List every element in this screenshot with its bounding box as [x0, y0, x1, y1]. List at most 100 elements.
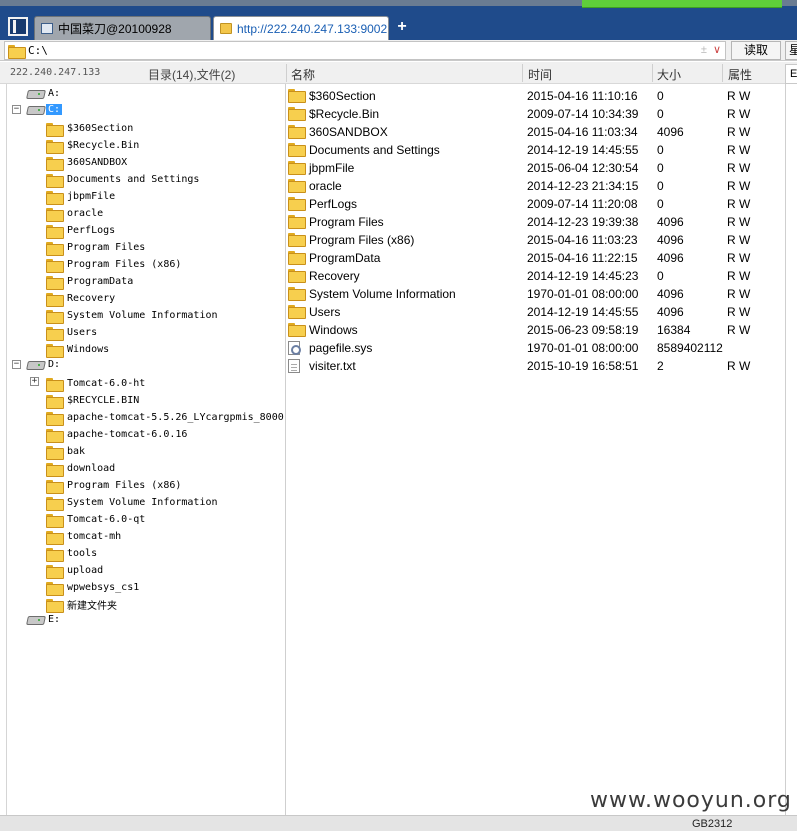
tree-label: PerfLogs	[67, 225, 116, 236]
column-header-size[interactable]: 大小	[657, 66, 681, 83]
tree-folder[interactable]: tomcat-mh	[46, 528, 121, 545]
tree-drive-e[interactable]: E:	[27, 611, 60, 628]
extra-button[interactable]: 星	[785, 41, 797, 60]
file-row[interactable]: oracle 2014-12-23 21:34:15 0 R W	[286, 177, 785, 195]
tree-label: Program Files	[67, 242, 146, 253]
expand-icon[interactable]: +	[30, 377, 39, 386]
tree-folder[interactable]: $360Section	[46, 120, 133, 137]
tree-folder[interactable]: apache-tomcat-5.5.26_LYcargpmis_8000	[46, 409, 284, 426]
tab-caidao[interactable]: 中国菜刀@20100928	[34, 16, 211, 40]
file-row[interactable]: System Volume Information 1970-01-01 08:0…	[286, 285, 785, 303]
new-tab-button[interactable]: +	[395, 17, 409, 37]
tree-folder[interactable]: Users	[46, 324, 97, 341]
file-time: 1970-01-01 08:00:00	[527, 341, 639, 355]
tree-label: 新建文件夹	[67, 601, 117, 612]
tree-label: Tomcat-6.0-qt	[67, 514, 146, 525]
tree-drive-d[interactable]: D:	[27, 356, 60, 373]
tree-folder[interactable]: ProgramData	[46, 273, 133, 290]
file-row[interactable]: Windows 2015-06-23 09:58:19 16384 R W	[286, 321, 785, 339]
file-row[interactable]: Program Files (x86) 2015-04-16 11:03:23 40…	[286, 231, 785, 249]
column-divider[interactable]	[652, 64, 653, 82]
tree-folder[interactable]: upload	[46, 562, 103, 579]
panel-toggle-button[interactable]	[8, 17, 28, 36]
system-file-icon	[288, 341, 301, 355]
tree-folder[interactable]: $RECYCLE.BIN	[46, 392, 139, 409]
file-row[interactable]: Recovery 2014-12-19 14:45:23 0 R W	[286, 267, 785, 285]
folder-icon	[46, 428, 64, 443]
file-row[interactable]: ProgramData 2015-04-16 11:22:15 4096 R W	[286, 249, 785, 267]
folder-icon	[288, 107, 306, 121]
tree-folder[interactable]: 360SANDBOX	[46, 154, 127, 171]
tree-folder[interactable]: Tomcat-6.0-qt	[46, 511, 145, 528]
folder-icon	[288, 197, 306, 211]
tree-label: upload	[67, 565, 104, 576]
file-row[interactable]: PerfLogs 2009-07-14 11:20:08 0 R W	[286, 195, 785, 213]
path-tools: ± ∨	[701, 43, 721, 57]
tree-label: Program Files (x86)	[67, 480, 182, 491]
file-row[interactable]: Program Files 2014-12-23 19:39:38 4096 R W	[286, 213, 785, 231]
file-row[interactable]: $360Section 2015-04-16 11:10:16 0 R W	[286, 87, 785, 105]
column-divider[interactable]	[522, 64, 523, 82]
side-tab[interactable]: E	[785, 64, 797, 84]
tree-folder[interactable]: bak	[46, 443, 85, 460]
tree-folder[interactable]: Program Files	[46, 239, 145, 256]
tree-label: 360SANDBOX	[67, 157, 128, 168]
column-header-time[interactable]: 时间	[528, 66, 552, 83]
tree-drive-c[interactable]: C:	[27, 101, 63, 118]
tree-folder[interactable]: System Volume Information	[46, 307, 218, 324]
folder-icon	[46, 224, 64, 239]
column-divider	[286, 64, 287, 82]
file-row[interactable]: $Recycle.Bin 2009-07-14 10:34:39 0 R W	[286, 105, 785, 123]
tree-folder[interactable]: Documents and Settings	[46, 171, 199, 188]
file-row[interactable]: Documents and Settings 2014-12-19 14:45:5…	[286, 141, 785, 159]
tree-folder[interactable]: System Volume Information	[46, 494, 218, 511]
tree-folder[interactable]: oracle	[46, 205, 103, 222]
file-attr: R W	[727, 251, 751, 265]
tree-folder[interactable]: wpwebsys_cs1	[46, 579, 139, 596]
column-divider[interactable]	[722, 64, 723, 82]
file-time: 2014-12-23 19:39:38	[527, 215, 639, 229]
file-size: 4096	[657, 287, 684, 301]
file-attr: R W	[727, 269, 751, 283]
tree-folder[interactable]: download	[46, 460, 115, 477]
bookmark-toggle-icon[interactable]: ±	[701, 44, 707, 56]
file-attr: R W	[727, 323, 751, 337]
tree-folder[interactable]: Tomcat-6.0-ht	[46, 375, 145, 392]
folder-icon	[46, 479, 64, 494]
tree-folder[interactable]: $Recycle.Bin	[46, 137, 139, 154]
folder-icon	[46, 139, 64, 154]
read-button[interactable]: 读取	[731, 41, 781, 60]
collapse-icon[interactable]: −	[12, 360, 21, 369]
file-name: ProgramData	[309, 251, 381, 265]
tree-folder[interactable]: Recovery	[46, 290, 115, 307]
folder-icon	[46, 343, 64, 358]
encoding-label[interactable]: GB2312	[692, 818, 732, 830]
column-header-name[interactable]: 名称	[291, 66, 315, 83]
tree-drive-a[interactable]: A:	[27, 85, 60, 102]
file-row[interactable]: pagefile.sys 1970-01-01 08:00:00 858940211…	[286, 339, 785, 357]
tree-folder[interactable]: PerfLogs	[46, 222, 115, 239]
folder-icon	[46, 377, 64, 392]
tree-folder[interactable]: Program Files (x86)	[46, 256, 181, 273]
chevron-down-icon[interactable]: ∨	[713, 43, 721, 56]
folder-icon	[288, 179, 306, 193]
file-time: 2015-06-23 09:58:19	[527, 323, 639, 337]
file-row[interactable]: visiter.txt 2015-10-19 16:58:51 2 R W	[286, 357, 785, 375]
tree-folder[interactable]: jbpmFile	[46, 188, 115, 205]
file-attr: R W	[727, 125, 751, 139]
host-ip: 222.240.247.133	[10, 67, 101, 78]
text-file-icon	[288, 359, 300, 373]
tree-folder[interactable]: apache-tomcat-6.0.16	[46, 426, 187, 443]
tree-label: Recovery	[67, 293, 116, 304]
path-input[interactable]: C:\ ± ∨	[4, 41, 726, 60]
tree-folder[interactable]: Program Files (x86)	[46, 477, 181, 494]
tab-url[interactable]: http://222.240.247.133:9002...	[213, 16, 389, 40]
tree-folder[interactable]: tools	[46, 545, 97, 562]
address-bar: C:\ ± ∨ 读取 星	[0, 40, 797, 61]
file-row[interactable]: jbpmFile 2015-06-04 12:30:54 0 R W	[286, 159, 785, 177]
file-row[interactable]: 360SANDBOX 2015-04-16 11:03:34 4096 R W	[286, 123, 785, 141]
file-row[interactable]: Users 2014-12-19 14:45:55 4096 R W	[286, 303, 785, 321]
collapse-icon[interactable]: −	[12, 105, 21, 114]
column-header-attr[interactable]: 属性	[728, 66, 752, 83]
file-size: 0	[657, 107, 664, 121]
